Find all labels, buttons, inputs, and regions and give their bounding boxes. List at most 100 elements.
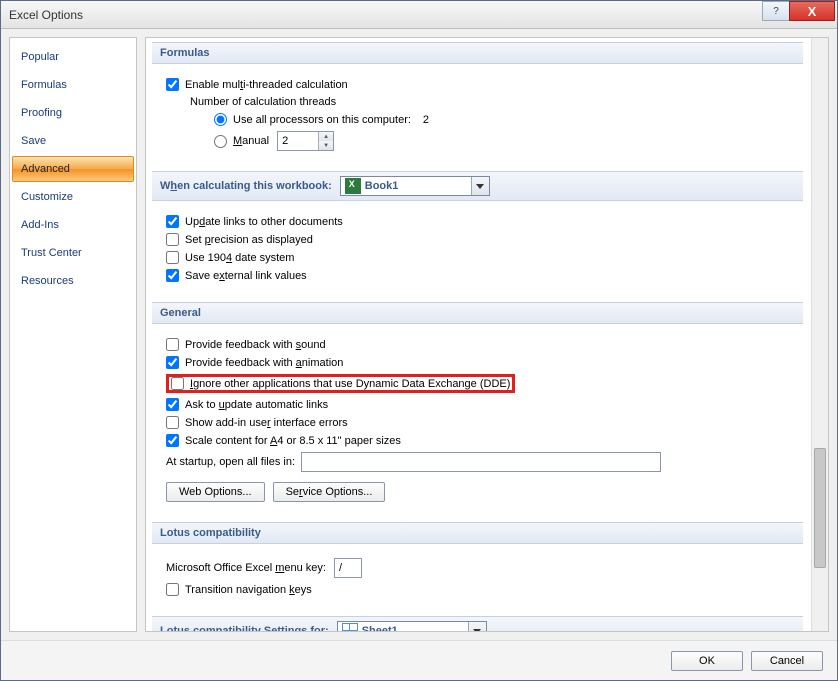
row-transition-nav: Transition navigation keys — [166, 582, 797, 597]
section-header-lotus-compat: Lotus compatibility — [152, 522, 803, 544]
sidebar-item-label: Popular — [21, 51, 59, 63]
select-workbook[interactable]: Book1 — [340, 176, 490, 196]
header-label: Lotus compatibility Settings for: — [160, 625, 329, 631]
header-label: Lotus compatibility — [160, 527, 261, 539]
scroll-area[interactable]: Formulas Enable multi-threaded calculati… — [146, 38, 811, 631]
checkbox-scale-content[interactable] — [166, 434, 179, 447]
checkbox-label: Show add-in user interface errors — [185, 417, 348, 429]
dialog-footer: OK Cancel — [1, 640, 837, 680]
checkbox-label: Ask to update automatic links — [185, 399, 328, 411]
sidebar-item-proofing[interactable]: Proofing — [12, 100, 134, 126]
checkbox-use-1904[interactable] — [166, 251, 179, 264]
checkbox-ignore-dde[interactable] — [171, 377, 184, 390]
sidebar-item-advanced[interactable]: Advanced — [12, 156, 134, 182]
section-body-formulas: Enable multi-threaded calculation Number… — [146, 68, 809, 167]
checkbox-transition-nav[interactable] — [166, 583, 179, 596]
row-ask-update: Ask to update automatic links — [166, 397, 797, 412]
section-body-calc-workbook: Update links to other documents Set prec… — [146, 205, 809, 298]
radio-use-all[interactable] — [214, 113, 227, 126]
service-options-button[interactable]: Service Options... — [273, 482, 386, 502]
select-sheet[interactable]: Sheet1 — [337, 621, 487, 631]
checkbox-feedback-sound[interactable] — [166, 338, 179, 351]
spinner-buttons[interactable]: ▲▼ — [318, 132, 333, 150]
close-button[interactable]: X — [789, 1, 835, 21]
row-manual: Manual ▲▼ — [214, 130, 797, 152]
ok-button[interactable]: OK — [671, 651, 743, 671]
row-update-links: Update links to other documents — [166, 214, 797, 229]
checkbox-ask-update[interactable] — [166, 398, 179, 411]
window-title: Excel Options — [9, 8, 83, 22]
static-label: At startup, open all files in: — [166, 456, 295, 468]
row-startup-files: At startup, open all files in: — [166, 451, 797, 473]
row-menu-key: Microsoft Office Excel menu key: — [166, 557, 797, 579]
sidebar-item-label: Add-Ins — [21, 219, 59, 231]
excel-icon — [345, 178, 361, 194]
sidebar-item-addins[interactable]: Add-Ins — [12, 212, 134, 238]
scrollbar[interactable] — [811, 38, 828, 631]
sheet-icon — [342, 623, 358, 631]
sidebar-item-resources[interactable]: Resources — [12, 268, 134, 294]
row-addin-errors: Show add-in user interface errors — [166, 415, 797, 430]
sidebar-item-trust-center[interactable]: Trust Center — [12, 240, 134, 266]
sidebar-item-save[interactable]: Save — [12, 128, 134, 154]
help-icon: ? — [773, 6, 779, 17]
row-multithread: Enable multi-threaded calculation — [166, 77, 797, 92]
highlighted-row-ignore-dde: Ignore other applications that use Dynam… — [166, 374, 515, 393]
sidebar-item-label: Resources — [21, 275, 74, 287]
checkbox-label: Provide feedback with sound — [185, 339, 326, 351]
sidebar: Popular Formulas Proofing Save Advanced … — [9, 37, 137, 632]
checkbox-multithread[interactable] — [166, 78, 179, 91]
scrollbar-thumb[interactable] — [814, 448, 826, 568]
sidebar-item-formulas[interactable]: Formulas — [12, 72, 134, 98]
processor-count: 2 — [423, 114, 429, 126]
excel-options-window: Excel Options ? X Popular Formulas Proof… — [0, 0, 838, 681]
main-panel: Formulas Enable multi-threaded calculati… — [145, 37, 829, 632]
header-label: Formulas — [160, 47, 210, 59]
spinner-threads[interactable]: ▲▼ — [277, 131, 334, 151]
radio-label: Use all processors on this computer: — [233, 114, 411, 126]
button-label: Web Options... — [179, 486, 252, 498]
sidebar-item-label: Formulas — [21, 79, 67, 91]
sidebar-item-label: Trust Center — [21, 247, 82, 259]
chevron-down-icon — [471, 177, 489, 195]
web-options-button[interactable]: Web Options... — [166, 482, 265, 502]
row-scale-content: Scale content for A4 or 8.5 x 11" paper … — [166, 433, 797, 448]
radio-manual[interactable] — [214, 135, 227, 148]
checkbox-label: Use 1904 date system — [185, 252, 294, 264]
checkbox-feedback-animation[interactable] — [166, 356, 179, 369]
row-use-1904: Use 1904 date system — [166, 250, 797, 265]
menu-key-input[interactable] — [334, 558, 362, 578]
help-button[interactable]: ? — [762, 1, 790, 21]
checkbox-label: Save external link values — [185, 270, 307, 282]
sidebar-item-label: Save — [21, 135, 46, 147]
sidebar-item-customize[interactable]: Customize — [12, 184, 134, 210]
titlebar: Excel Options ? X — [1, 1, 837, 29]
sidebar-item-popular[interactable]: Popular — [12, 44, 134, 70]
select-text: Book1 — [365, 180, 471, 192]
sidebar-item-label: Advanced — [21, 163, 70, 175]
checkbox-label: Set precision as displayed — [185, 234, 313, 246]
section-header-general: General — [152, 302, 803, 324]
header-label: When calculating this workbook: — [160, 180, 332, 192]
checkbox-label: Enable multi-threaded calculation — [185, 79, 348, 91]
titlebar-controls: ? X — [763, 1, 835, 21]
section-header-formulas: Formulas — [152, 42, 803, 64]
sidebar-item-label: Customize — [21, 191, 73, 203]
checkbox-set-precision[interactable] — [166, 233, 179, 246]
checkbox-update-links[interactable] — [166, 215, 179, 228]
row-num-threads-label: Number of calculation threads — [190, 95, 797, 109]
section-body-lotus-compat: Microsoft Office Excel menu key: Transit… — [146, 548, 809, 612]
section-body-general: Provide feedback with sound Provide feed… — [146, 328, 809, 518]
spinner-input[interactable] — [278, 132, 318, 150]
checkbox-save-external[interactable] — [166, 269, 179, 282]
static-label: Number of calculation threads — [190, 96, 336, 108]
sidebar-item-label: Proofing — [21, 107, 62, 119]
checkbox-label: Scale content for A4 or 8.5 x 11" paper … — [185, 435, 401, 447]
row-set-precision: Set precision as displayed — [166, 232, 797, 247]
checkbox-label: Update links to other documents — [185, 216, 343, 228]
checkbox-addin-errors[interactable] — [166, 416, 179, 429]
cancel-button[interactable]: Cancel — [751, 651, 823, 671]
startup-path-input[interactable] — [301, 452, 661, 472]
checkbox-label: Provide feedback with animation — [185, 357, 343, 369]
checkbox-label: Ignore other applications that use Dynam… — [190, 378, 510, 390]
